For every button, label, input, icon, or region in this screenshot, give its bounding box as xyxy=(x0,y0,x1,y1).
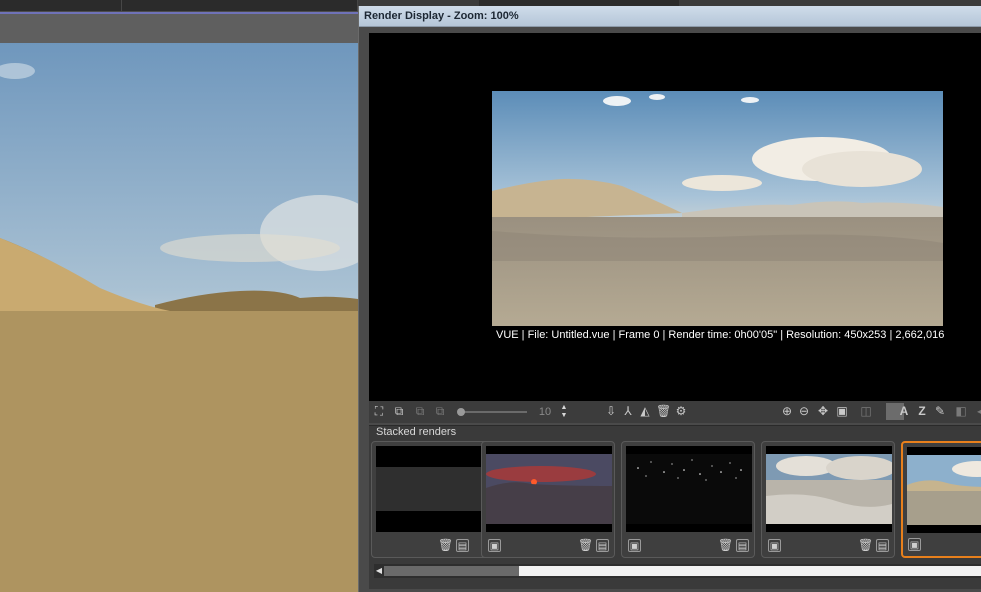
viewport-top-bar xyxy=(0,0,358,12)
slider-knob[interactable] xyxy=(457,408,465,416)
stack-size-value[interactable]: 10 xyxy=(534,404,556,420)
z-channel-icon[interactable]: Z xyxy=(915,404,929,419)
trash-icon[interactable]: 🗑 xyxy=(578,539,593,552)
zoom-in-icon[interactable]: ⊕ xyxy=(780,404,794,419)
render-icon[interactable]: ▣ xyxy=(908,538,921,551)
note-icon[interactable]: ▤ xyxy=(456,539,469,552)
trash-icon[interactable]: 🗑 xyxy=(438,539,453,552)
stacked-renders-panel: Stacked renders 🗑 ▤ ▣ 🗑 ▤ ▣ 🗑 ▤ ▣ 🗑 ▤ ▣ … xyxy=(369,425,981,589)
compare-icon[interactable]: ⧉ xyxy=(392,404,406,419)
copy-icon[interactable]: ⧉ xyxy=(413,404,427,419)
note-icon[interactable]: ▤ xyxy=(596,539,609,552)
display-icon[interactable]: ▣ xyxy=(835,404,849,419)
thumb-image xyxy=(486,446,612,532)
zoom-out-icon[interactable]: ⊖ xyxy=(797,404,811,419)
note-icon[interactable]: ▤ xyxy=(876,539,889,552)
render-icon[interactable]: ▣ xyxy=(768,539,781,552)
render-display-window[interactable]: Render Display - Zoom: 100% VUE | File: … xyxy=(358,0,981,592)
stack-size-slider[interactable] xyxy=(461,411,527,413)
flip-icon[interactable]: ◭ xyxy=(638,404,652,419)
stacked-render-thumb[interactable]: ▣ 🗑 ▤ xyxy=(481,441,615,558)
settings-icon[interactable]: ⚙ xyxy=(674,404,688,419)
render-icon[interactable]: ▣ xyxy=(488,539,501,552)
scrollbar-thumb[interactable] xyxy=(519,566,981,576)
stacked-renders-label: Stacked renders xyxy=(376,426,457,438)
paste-icon[interactable]: ⧉ xyxy=(433,404,447,419)
stack-size-spinner[interactable]: ▲ ▼ xyxy=(559,404,569,420)
delete-icon[interactable]: 🗑 xyxy=(656,404,671,419)
trash-icon[interactable]: 🗑 xyxy=(718,539,733,552)
save-icon[interactable]: ⇩ xyxy=(604,404,618,419)
render-toolbar: ⛶ ⧉ ⧉ ⧉ 10 ▲ ▼ ⇩ ⅄ ◭ 🗑 ⚙ ⊕ ⊖ ✥ ▣ ◫ A Z ✎ … xyxy=(369,401,981,423)
a-channel-icon[interactable]: A xyxy=(897,404,911,419)
viewport-panel[interactable] xyxy=(0,0,358,592)
thumb-image xyxy=(626,446,752,532)
snapshot-icon[interactable]: ◧ xyxy=(954,404,968,419)
stacked-render-thumb[interactable]: ▣ 🗑 ▤ xyxy=(621,441,755,558)
stacked-renders-scrollbar[interactable]: ◀ xyxy=(374,564,981,578)
stacked-render-thumb-selected[interactable]: ▣ xyxy=(901,441,981,558)
channel-icon[interactable]: ◫ xyxy=(859,404,873,419)
fit-icon[interactable]: ✥ xyxy=(816,404,830,419)
render-info-caption: VUE | File: Untitled.vue | Frame 0 | Ren… xyxy=(496,329,946,341)
stack-render-icon[interactable]: ⛶ xyxy=(372,404,386,419)
render-icon[interactable]: ▣ xyxy=(628,539,641,552)
render-image xyxy=(492,91,943,326)
window-title[interactable]: Render Display - Zoom: 100% xyxy=(359,6,981,27)
more-icon[interactable]: ◂ xyxy=(973,404,981,419)
render-canvas[interactable]: VUE | File: Untitled.vue | Frame 0 | Ren… xyxy=(369,33,981,401)
scrollbar-track[interactable] xyxy=(384,566,519,576)
viewport-scene[interactable] xyxy=(0,43,358,592)
viewport-header-strip xyxy=(0,14,358,43)
thumb-image xyxy=(766,446,892,532)
trash-icon[interactable]: 🗑 xyxy=(858,539,873,552)
stacked-render-thumb[interactable]: ▣ 🗑 ▤ xyxy=(761,441,895,558)
thumb-image xyxy=(907,447,981,533)
note-icon[interactable]: ▤ xyxy=(736,539,749,552)
edit-icon[interactable]: ✎ xyxy=(933,404,947,419)
scroll-left-arrow[interactable]: ◀ xyxy=(374,564,384,578)
effects-icon[interactable]: ⅄ xyxy=(621,404,635,419)
